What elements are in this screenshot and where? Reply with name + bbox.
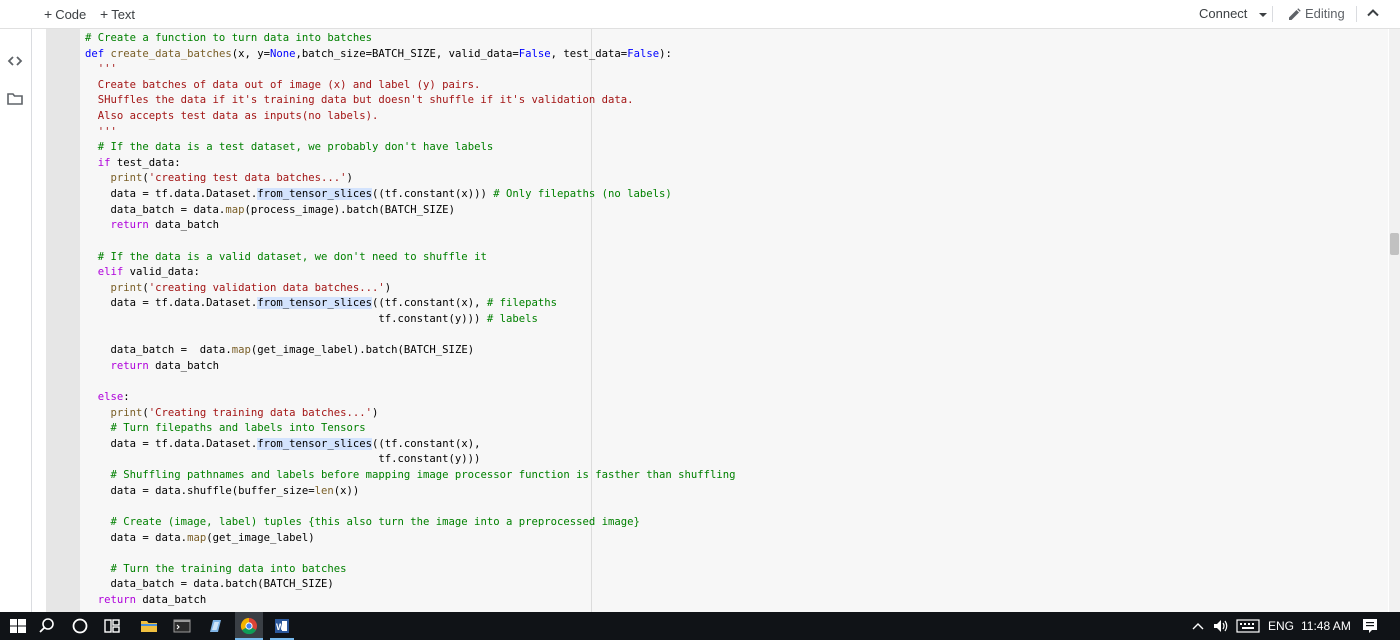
code-line: # Create a function to turn data into ba… [85,32,373,44]
vertical-scrollbar[interactable] [1389,29,1400,612]
code-line: # Shuffling pathnames and labels before … [110,469,736,482]
code-line: # If the data is a valid dataset, we don… [97,250,487,263]
code-line: elif valid_data: [97,266,200,279]
files-folder-icon[interactable] [6,90,24,108]
code-line: ''' [85,63,117,76]
code-snippets-icon[interactable] [6,52,24,70]
code-line: return data_batch [97,593,207,606]
show-hidden-icons-icon[interactable] [1191,618,1205,634]
code-line: data = data.shuffle(buffer_size=len(x)) [85,484,360,497]
code-line: data_batch = data.batch(BATCH_SIZE) [85,578,334,591]
plus-icon: + [44,6,53,22]
code-line: SHuffles the data if it's training data … [85,94,634,107]
code-line: print('creating test data batches...') [110,172,353,185]
code-line: print('Creating training data batches...… [110,406,379,419]
connect-button[interactable]: Connect [1199,4,1268,24]
code-line: data_batch = data.map(get_image_label).b… [85,344,475,357]
code-line: # Turn the training data into batches [110,562,347,575]
code-line: # If the data is a test dataset, we prob… [97,141,494,154]
toolbar-divider [1356,6,1357,22]
connect-dropdown-caret-icon[interactable] [1259,12,1268,18]
scrollbar-thumb[interactable] [1390,233,1399,255]
code-line: # Turn filepaths and labels into Tensors [110,422,366,435]
terminal-icon[interactable] [172,616,192,636]
code-line: if test_data: [97,156,181,169]
language-indicator[interactable]: ENG [1268,618,1294,634]
plus-icon: + [100,6,109,22]
editing-mode-button[interactable]: Editing [1288,4,1345,24]
code-line: print('creating validation data batches.… [110,281,392,294]
code-line: return data_batch [110,219,219,232]
action-center-icon[interactable] [1361,617,1379,635]
collapse-toolbar-button[interactable] [1367,5,1379,25]
code-line: data = data.map(get_image_label) [85,531,315,544]
windows-taskbar: W ENG 11:48 AM [0,612,1400,640]
code-line: return data_batch [110,359,219,372]
code-line: Create batches of data out of image (x) … [85,78,481,91]
pencil-icon [1289,8,1301,21]
windows-start-icon[interactable] [8,616,28,636]
code-line: def create_data_batches(x, y=None,batch_… [85,47,672,60]
file-explorer-icon[interactable] [139,616,159,636]
add-text-cell-button[interactable]: + Text [100,4,135,24]
code-line: Also accepts test data as inputs(no labe… [85,110,379,123]
task-view-icon[interactable] [102,616,122,636]
left-sidebar [0,0,32,612]
code-line: data = tf.data.Dataset.from_tensor_slice… [85,188,672,201]
code-line: else: [97,391,130,404]
code-line: data = tf.data.Dataset.from_tensor_slice… [85,297,558,310]
chrome-icon [240,617,257,635]
search-icon[interactable] [37,616,57,636]
word-app-icon[interactable]: W [270,616,294,640]
chevron-up-icon [1367,9,1379,17]
system-clock[interactable]: 11:48 AM [1301,618,1351,634]
notepad-app-icon[interactable] [205,616,225,636]
add-code-cell-button[interactable]: + Code [44,4,86,24]
code-line: # Create (image, label) tuples {this als… [110,515,640,528]
code-line: tf.constant(y))) # labels [85,312,538,325]
svg-text:W: W [276,622,285,632]
code-line: ''' [85,125,117,138]
top-toolbar: + Code + Text Connect Editing [0,0,1400,29]
code-editor[interactable]: # Create a function to turn data into ba… [85,31,736,609]
cortana-icon[interactable] [70,616,90,636]
keyboard-icon[interactable] [1236,619,1260,633]
code-line: data_batch = data.map(process_image).bat… [85,203,455,216]
volume-icon[interactable] [1212,618,1230,634]
cell-gutter [46,29,80,612]
code-line: data = tf.data.Dataset.from_tensor_slice… [85,437,481,450]
toolbar-divider [1272,6,1273,22]
code-line: tf.constant(y))) [85,453,481,466]
chrome-app-active[interactable] [235,612,263,640]
